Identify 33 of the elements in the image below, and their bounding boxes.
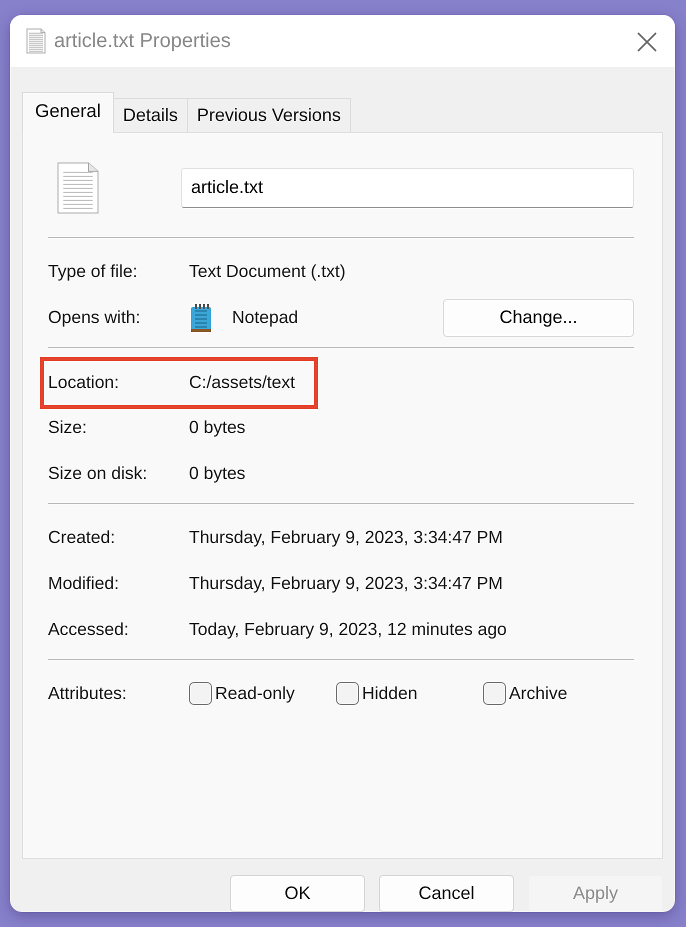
tab[interactable]: Previous Versions [186, 98, 351, 132]
field-value: C:/assets/text [189, 371, 296, 394]
field-value: Text Document (.txt) [189, 260, 346, 284]
field-value: Today, February 9, 2023, 12 minutes ago [189, 618, 507, 642]
field-label: Opens with: [48, 306, 142, 330]
dialog-button[interactable]: OK [230, 875, 365, 912]
field-label: Modified: [48, 572, 120, 596]
field-value: Thursday, February 9, 2023, 3:34:47 PM [189, 572, 503, 596]
checkbox-label: Archive [509, 682, 568, 706]
checkbox[interactable] [483, 682, 506, 705]
dialog-button[interactable]: Cancel [379, 875, 514, 912]
checkbox[interactable] [189, 682, 212, 705]
field-label: Location: [48, 371, 120, 394]
window-title: article.txt Properties [54, 28, 231, 54]
field-label: Type of file: [48, 260, 138, 284]
file-icon [26, 28, 46, 54]
field-value: 0 bytes [189, 462, 246, 486]
field-value: Thursday, February 9, 2023, 3:34:47 PM [189, 526, 503, 550]
field-value: 0 bytes [189, 416, 246, 440]
document-icon [57, 162, 99, 214]
field-label: Attributes: [48, 682, 128, 706]
field-label: Accessed: [48, 618, 130, 642]
field-label: Created: [48, 526, 116, 550]
notepad-icon [189, 302, 213, 332]
field-label: Size: [48, 416, 88, 440]
checkbox[interactable] [336, 682, 359, 705]
tab[interactable]: General [22, 92, 114, 132]
app-name: Notepad [232, 306, 298, 330]
file-name-field[interactable]: article.txt [181, 168, 634, 208]
checkbox-label: Read-only [215, 682, 295, 706]
field-label: Size on disk: [48, 462, 148, 486]
change-button[interactable]: Change... [443, 298, 634, 336]
checkbox-label: Hidden [362, 682, 418, 706]
